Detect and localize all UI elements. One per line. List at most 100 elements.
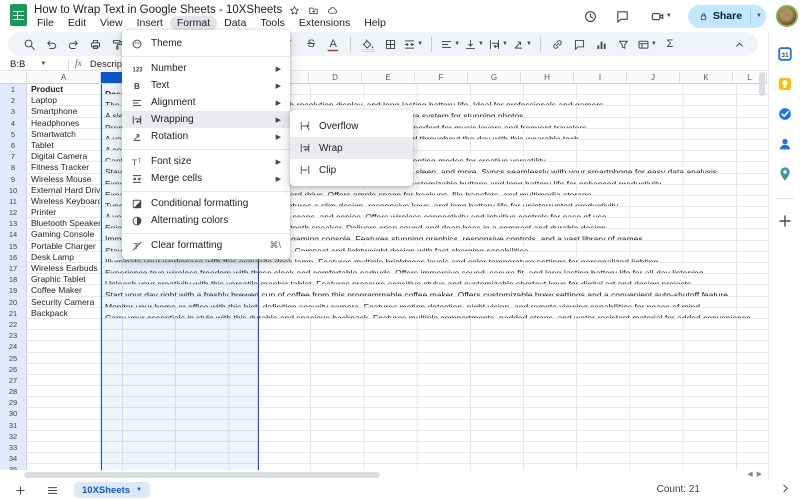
cell-product[interactable]: Headphones [27,118,101,128]
menu-help[interactable]: Help [357,16,393,30]
menu-data[interactable]: Data [217,16,253,30]
meet-button[interactable]: ▼ [644,5,678,27]
column-header-F[interactable]: F [415,72,468,84]
merge-cells-button[interactable]: ▼ [403,35,423,54]
row-header-24[interactable]: 24 [0,341,27,351]
contacts-panel-button[interactable] [777,136,793,152]
insert-comment-button[interactable] [571,35,589,54]
cell-product[interactable] [27,364,101,374]
row-header-10[interactable]: 10 [0,185,27,195]
selection-count[interactable]: Count: 21 [657,484,700,495]
cell-description-area[interactable] [101,397,768,407]
cell-product[interactable] [27,319,101,329]
sheet-tab[interactable]: 10XSheets ▼ [74,482,150,498]
row-header-11[interactable]: 11 [0,196,27,206]
cell-description-area[interactable] [101,431,768,441]
scroll-left-icon[interactable]: ◀ [747,470,752,478]
row-header-6[interactable]: 6 [0,140,27,150]
horizontal-align-button[interactable]: ▼ [440,35,460,54]
cell-product[interactable]: Wireless Mouse [27,174,101,184]
cell-description-area[interactable] [101,330,768,340]
cell-description-area[interactable] [101,386,768,396]
search-button[interactable] [20,35,38,54]
collapse-toolbar-button[interactable] [730,35,748,54]
row-header-17[interactable]: 17 [0,263,27,273]
format-menu-item-theme[interactable]: Theme [122,35,290,52]
borders-button[interactable] [381,35,399,54]
row-header-18[interactable]: 18 [0,274,27,284]
row-header-9[interactable]: 9 [0,174,27,184]
format-menu-item-clear-formatting[interactable]: TClear formatting⌘\ [122,237,290,254]
share-button[interactable]: Share▼ [688,5,766,28]
format-menu-item-text[interactable]: BText▶ [122,77,290,94]
cell-product[interactable] [27,431,101,441]
all-sheets-button[interactable] [40,481,64,499]
row-header-33[interactable]: 33 [0,442,27,452]
row-header-15[interactable]: 15 [0,241,27,251]
column-header-K[interactable]: K [680,72,733,84]
cell-product[interactable]: Digital Camera [27,151,101,161]
scroll-right-icon[interactable]: ▶ [757,470,762,478]
row-header-30[interactable]: 30 [0,408,27,418]
menu-view[interactable]: View [93,16,130,30]
cell-product[interactable]: Desk Lamp [27,252,101,262]
cell-product[interactable]: Wireless Keyboard [27,196,101,206]
menu-insert[interactable]: Insert [130,16,170,30]
cell-product[interactable] [27,375,101,385]
row-header-20[interactable]: 20 [0,297,27,307]
functions-button[interactable]: Σ [661,35,679,54]
cell-product[interactable] [27,420,101,430]
cell-description-area[interactable] [101,408,768,418]
row-header-1[interactable]: 1 [0,84,27,94]
row-header-16[interactable]: 16 [0,252,27,262]
vertical-align-button[interactable]: ▼ [464,35,484,54]
cell-product[interactable]: Bluetooth Speaker [27,218,101,228]
row-header-31[interactable]: 31 [0,420,27,430]
format-menu-item-number[interactable]: 123Number▶ [122,60,290,77]
column-header-E[interactable]: E [362,72,415,84]
doc-title[interactable]: How to Wrap Text in Google Sheets - 10XS… [34,4,282,16]
column-header-H[interactable]: H [521,72,574,84]
format-menu-item-wrapping[interactable]: Wrapping▶ [122,111,290,128]
cell-product[interactable] [27,408,101,418]
cell-product[interactable]: Backpack [27,308,101,318]
cell-description-area[interactable]: Experience true wireless freedom with th… [101,263,768,273]
share-dropdown-icon[interactable]: ▼ [756,13,762,19]
row-header-29[interactable]: 29 [0,397,27,407]
calendar-panel-button[interactable]: 31 [777,46,793,62]
row-header-26[interactable]: 26 [0,364,27,374]
cell-description-area[interactable] [101,341,768,351]
cell-product[interactable]: Smartwatch [27,129,101,139]
cell-product[interactable]: Smartphone [27,106,101,116]
row-header-23[interactable]: 23 [0,330,27,340]
history-button[interactable] [580,5,602,27]
row-header-13[interactable]: 13 [0,218,27,228]
add-sheet-button[interactable] [8,481,32,499]
cell-description-area[interactable] [101,453,768,463]
row-header-3[interactable]: 3 [0,106,27,116]
wrapping-option-clip[interactable]: Clip [290,159,413,181]
maps-panel-button[interactable] [777,166,793,182]
print-button[interactable] [86,35,104,54]
text-wrapping-button[interactable]: ▼ [488,35,508,54]
create-filter-button[interactable] [615,35,633,54]
menu-tools[interactable]: Tools [253,16,292,30]
cell-product[interactable]: Coffee Maker [27,285,101,295]
row-header-12[interactable]: 12 [0,207,27,217]
cell-product[interactable]: Graphic Tablet [27,274,101,284]
fill-color-button[interactable] [359,35,377,54]
column-header-A[interactable]: A [27,72,101,84]
format-menu-item-conditional-formatting[interactable]: Conditional formatting [122,195,290,212]
cell-product[interactable]: External Hard Drive [27,185,101,195]
column-header-J[interactable]: J [627,72,680,84]
menu-edit[interactable]: Edit [61,16,93,30]
cell-description-area[interactable] [101,319,768,329]
comments-button[interactable] [612,5,634,27]
row-header-5[interactable]: 5 [0,129,27,139]
row-header-8[interactable]: 8 [0,162,27,172]
vertical-scrollbar-thumb[interactable] [759,72,765,96]
cell-product[interactable] [27,397,101,407]
cell-description-area[interactable]: Unleash your creativity with this versat… [101,274,768,284]
expand-panel-chevron[interactable] [779,482,792,500]
cell-product[interactable]: Printer [27,207,101,217]
